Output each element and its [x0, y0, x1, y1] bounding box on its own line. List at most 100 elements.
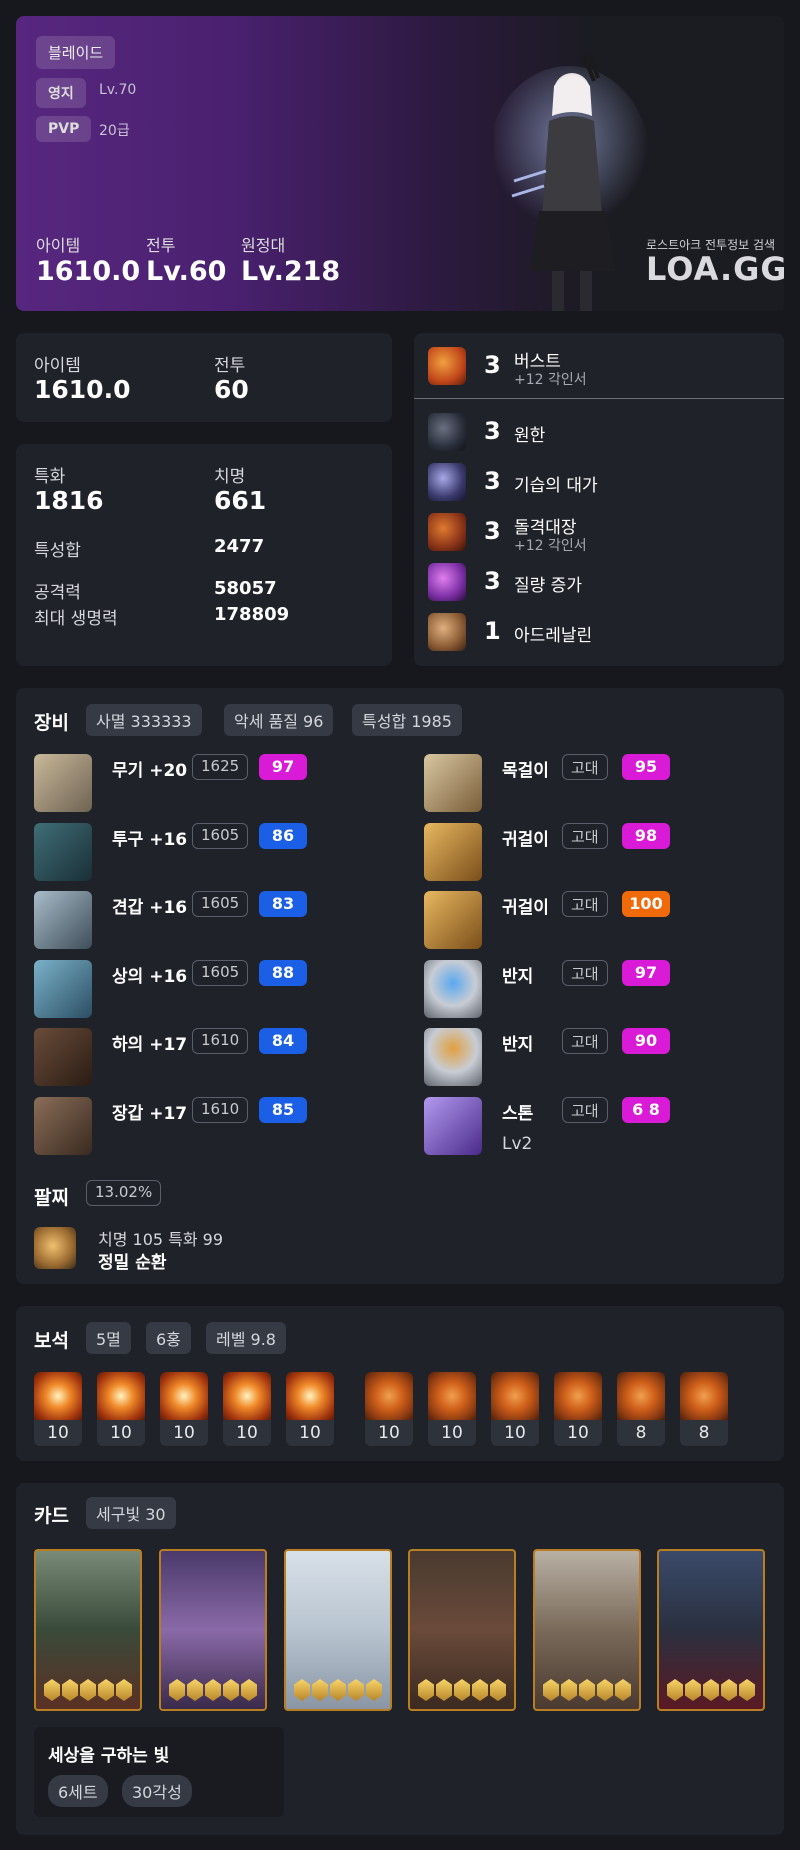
bracelet-stats: 치명 105 특화 99: [98, 1230, 224, 1249]
engravings-panel: 3 버스트 +12 각인서 3 원한 3 기습의 대가 3 돌격대장 +12 각…: [414, 333, 784, 666]
doom-gem-icon: [223, 1372, 271, 1420]
awakening-gem-icon: [436, 1679, 452, 1701]
quality-badge: 90: [622, 1028, 670, 1054]
gem-slot[interactable]: 10: [554, 1372, 602, 1446]
attack-value: 58057: [214, 578, 277, 599]
awakening-gem-icon: [205, 1679, 221, 1701]
gem-slot[interactable]: 10: [97, 1372, 145, 1446]
engraving-book: +12 각인서: [514, 372, 587, 388]
ring-icon[interactable]: [424, 960, 482, 1018]
attack-label: 공격력: [34, 583, 81, 603]
doom-gem-count: 5멸: [86, 1322, 131, 1354]
hero-item-value: 1610.0: [36, 256, 141, 287]
awakening-gem-icon: [472, 1679, 488, 1701]
card-set-count: 6세트: [48, 1775, 108, 1807]
quality-badge: 86: [259, 823, 307, 849]
equipment-title: 장비: [34, 712, 69, 734]
gems-title: 보석: [34, 1330, 69, 1352]
quality-badge: 88: [259, 960, 307, 986]
summary-panel: 아이템 1610.0 전투 60: [16, 333, 392, 422]
awakening-gem-icon: [615, 1679, 631, 1701]
earring-icon[interactable]: [424, 823, 482, 881]
card-knight[interactable]: [533, 1549, 641, 1711]
gem-slot[interactable]: 10: [428, 1372, 476, 1446]
doom-gem-icon: [160, 1372, 208, 1420]
engraving-level: 3: [484, 351, 501, 379]
engraving-divider: [414, 398, 784, 399]
weapon-icon[interactable]: [34, 754, 92, 812]
gloves-icon[interactable]: [34, 1097, 92, 1155]
gem-slot[interactable]: 8: [617, 1372, 665, 1446]
crimson-gem-icon: [365, 1372, 413, 1420]
equipment-name: 귀걸이: [502, 830, 549, 850]
stone-icon[interactable]: [424, 1097, 482, 1155]
card-twin-goddess[interactable]: [159, 1549, 267, 1711]
pvp-value: 20급: [99, 123, 130, 139]
card-set-box: 세상을 구하는 빛 6세트 30각성: [34, 1727, 284, 1817]
crit-value: 661: [214, 486, 267, 515]
watermark-logo: LOA.GG: [646, 250, 784, 288]
awakening-gem-icon: [543, 1679, 559, 1701]
burst-icon: [428, 347, 466, 385]
gem-slot[interactable]: 10: [160, 1372, 208, 1446]
quality-badge: 83: [259, 891, 307, 917]
equipment-panel: 장비 사멸 333333 악세 품질 96 특성합 1985 무기 +20 16…: [16, 688, 784, 1284]
pvp-tag: PVP: [36, 116, 92, 142]
quality-badge: 85: [259, 1097, 307, 1123]
spec-value: 1816: [34, 486, 104, 515]
item-level-box: 1605: [192, 960, 249, 986]
total-stat-value: 2477: [214, 536, 265, 557]
crimson-gem-count: 6홍: [146, 1322, 191, 1354]
card-dark-hunter[interactable]: [657, 1549, 765, 1711]
gem-slot[interactable]: 10: [223, 1372, 271, 1446]
awakening-gems: [294, 1679, 382, 1701]
hero-item-label: 아이템: [36, 236, 81, 255]
gem-average-level: 레벨 9.8: [206, 1322, 286, 1354]
awakening-gem-icon: [44, 1679, 60, 1701]
equipment-name: 투구 +16: [112, 830, 188, 850]
quality-badge: 6 8: [622, 1097, 670, 1123]
bracelet-icon[interactable]: [34, 1227, 76, 1269]
awakening-gem-icon: [454, 1679, 470, 1701]
earring-icon[interactable]: [424, 891, 482, 949]
awakening-gem-icon: [703, 1679, 719, 1701]
helmet-icon[interactable]: [34, 823, 92, 881]
awakening-gems: [543, 1679, 631, 1701]
ambush-icon: [428, 463, 466, 501]
awakening-gem-icon: [62, 1679, 78, 1701]
awakening-gem-icon: [80, 1679, 96, 1701]
pants-icon[interactable]: [34, 1028, 92, 1086]
shoulder-icon[interactable]: [34, 891, 92, 949]
equipment-name: 귀걸이: [502, 898, 549, 918]
doom-gem-icon: [97, 1372, 145, 1420]
gem-slot[interactable]: 8: [680, 1372, 728, 1446]
equipment-name: 장갑 +17: [112, 1104, 188, 1124]
engraving-name: 질량 증가: [514, 576, 582, 596]
card-awaken-count: 30각성: [122, 1775, 192, 1807]
hero-expedition-label: 원정대: [241, 236, 286, 255]
crimson-gem-icon: [617, 1372, 665, 1420]
gem-slot[interactable]: 10: [286, 1372, 334, 1446]
awakening-gem-icon: [223, 1679, 239, 1701]
accessory-quality-tag: 악세 품질 96: [224, 704, 334, 736]
hero-expedition-value: Lv.218: [241, 256, 341, 287]
gem-slot[interactable]: 10: [491, 1372, 539, 1446]
gem-slot[interactable]: 10: [34, 1372, 82, 1446]
crimson-gem-icon: [428, 1372, 476, 1420]
gem-slot[interactable]: 10: [365, 1372, 413, 1446]
awakening-gem-icon: [685, 1679, 701, 1701]
engraving-name: 원한: [514, 426, 546, 446]
engraving-name: 아드레날린: [514, 626, 593, 646]
ring-icon[interactable]: [424, 1028, 482, 1086]
necklace-icon[interactable]: [424, 754, 482, 812]
item-level-box: 1605: [192, 891, 249, 917]
summary-item-label: 아이템: [34, 356, 81, 376]
card-winged-angel[interactable]: [284, 1549, 392, 1711]
item-level-box: 1625: [192, 754, 249, 780]
chest-icon[interactable]: [34, 960, 92, 1018]
card-dwarf-warrior[interactable]: [408, 1549, 516, 1711]
engraving-name: 기습의 대가: [514, 476, 598, 496]
spec-label: 특화: [34, 467, 66, 487]
awakening-gem-icon: [241, 1679, 257, 1701]
card-elf-mage[interactable]: [34, 1549, 142, 1711]
